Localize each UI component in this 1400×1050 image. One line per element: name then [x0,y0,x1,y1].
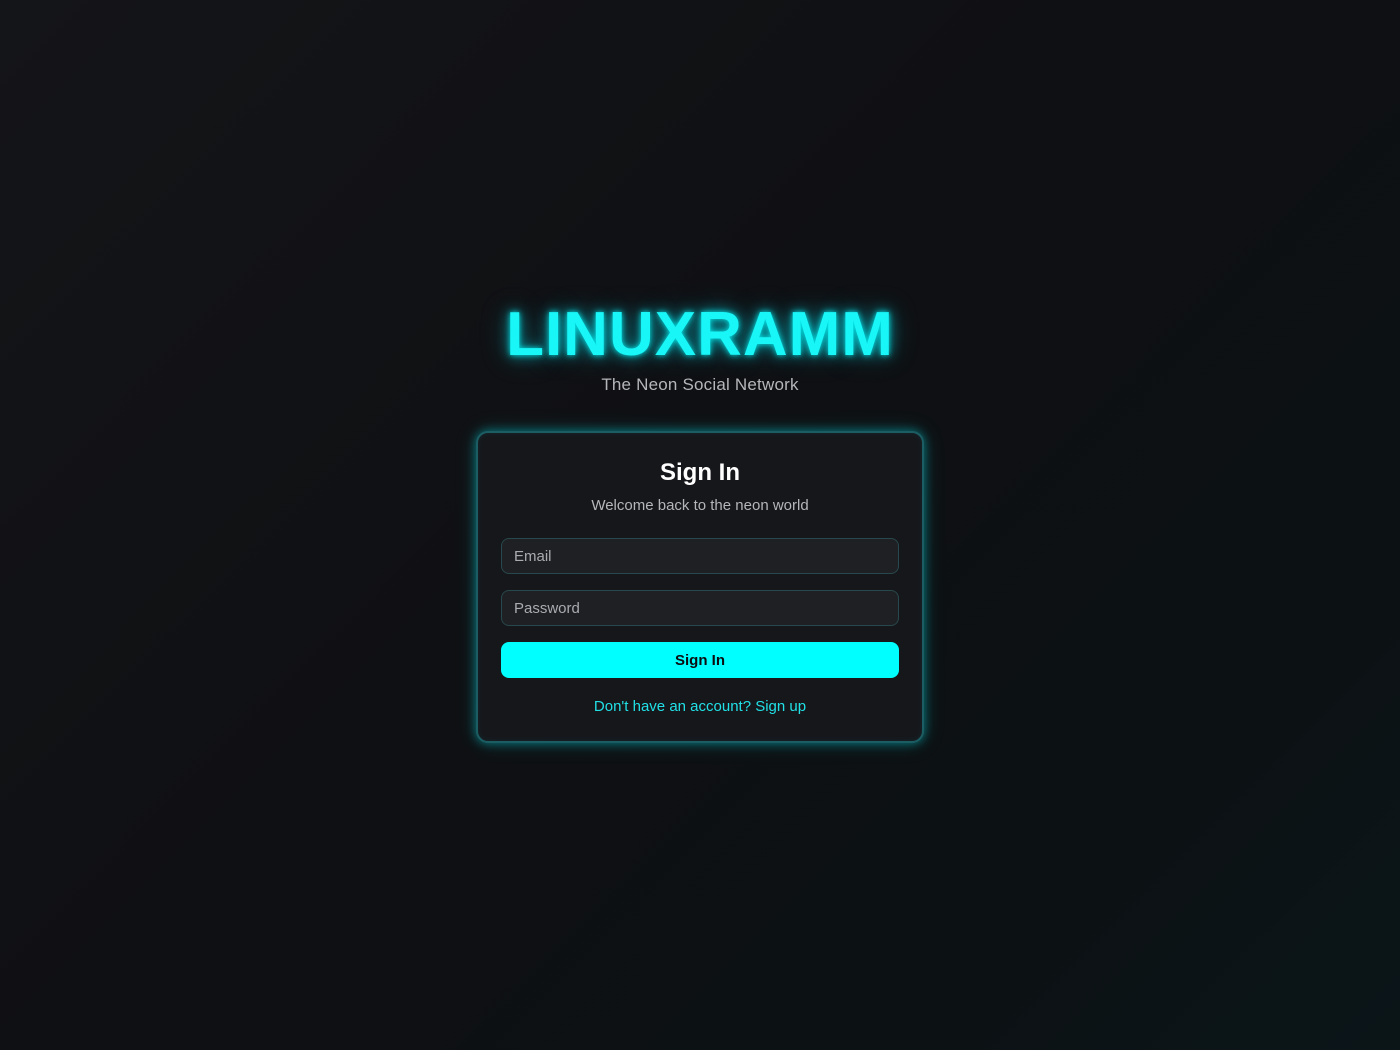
email-input[interactable] [501,538,899,574]
signin-card: Sign In Welcome back to the neon world S… [476,431,924,743]
password-input[interactable] [501,590,899,626]
brand-logo-title: LINUXRAMM [506,300,894,369]
signin-button[interactable]: Sign In [501,642,899,678]
signin-title: Sign In [660,459,740,486]
signup-link[interactable]: Don't have an account? Sign up [478,697,922,717]
signin-subtitle: Welcome back to the neon world [591,497,809,514]
login-page: LINUXRAMM The Neon Social Network Sign I… [0,0,1400,1050]
brand-header: LINUXRAMM The Neon Social Network [0,300,1400,396]
brand-tagline: The Neon Social Network [601,375,799,394]
